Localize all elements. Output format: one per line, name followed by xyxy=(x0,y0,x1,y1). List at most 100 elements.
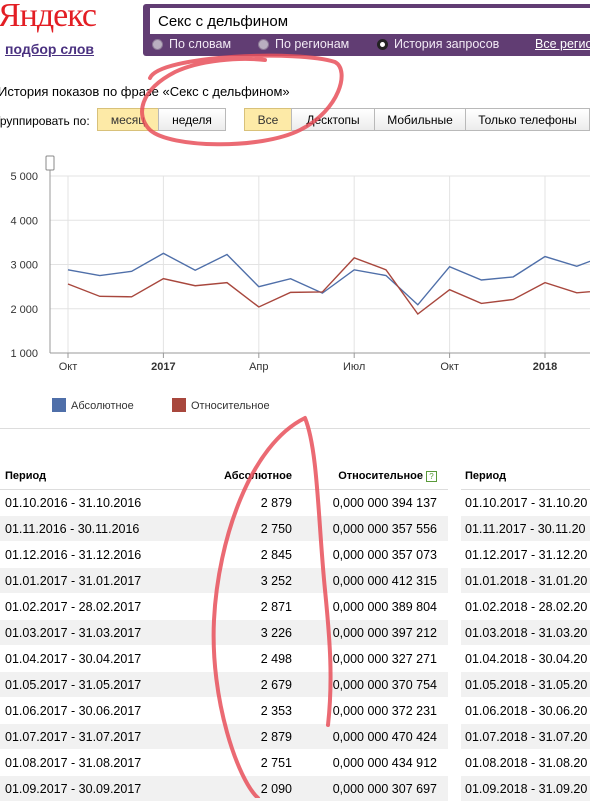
relative-cell: 0,000 000 327 271 xyxy=(332,651,437,666)
table-row: 01.11.2017 - 30.11.20 xyxy=(461,516,590,542)
period-cell: 01.09.2018 - 31.09.20 xyxy=(465,781,588,796)
period-cell: 01.05.2018 - 31.05.20 xyxy=(465,677,588,692)
relative-cell: 0,000 000 357 073 xyxy=(332,547,437,562)
relative-cell: 0,000 000 389 804 xyxy=(332,599,437,614)
table-row: 01.01.2018 - 31.01.20 xyxy=(461,568,590,594)
period-cell: 01.10.2016 - 31.10.2016 xyxy=(5,495,142,510)
radio-button-icon[interactable] xyxy=(258,38,269,50)
absolute-cell: 2 871 xyxy=(260,599,292,614)
legend-label: Относительное xyxy=(191,400,270,412)
group-by-label: Группировать по: xyxy=(0,114,90,128)
period-cell: 01.11.2017 - 30.11.20 xyxy=(465,521,586,536)
x-tick-label: Окт xyxy=(59,361,78,373)
absolute-cell: 2 750 xyxy=(260,521,292,536)
period-cell: 01.10.2017 - 31.10.20 xyxy=(465,495,588,510)
period-column-header[interactable]: Период xyxy=(0,470,200,482)
absolute-cell: 2 498 xyxy=(260,651,292,666)
table-row: 01.02.2017 - 28.02.2017 2 871 0,000 000 38… xyxy=(0,594,448,620)
legend-label: Абсолютное xyxy=(71,400,134,412)
absolute-cell: 2 353 xyxy=(260,703,292,718)
absolute-cell: 2 090 xyxy=(260,781,292,796)
period-cell: 01.02.2017 - 28.02.2017 xyxy=(5,599,142,614)
group-week-button[interactable]: неделя xyxy=(158,108,226,131)
period-cell: 01.07.2017 - 31.07.2017 xyxy=(5,729,142,744)
device-mobile-button[interactable]: Мобильные xyxy=(374,108,466,131)
wordstat-subtitle-link[interactable]: подбор слов xyxy=(5,41,94,57)
yandex-logo[interactable]: Яндекс xyxy=(0,0,97,36)
relative-cell: 0,000 000 307 697 xyxy=(332,781,437,796)
relative-column-header[interactable]: Относительное? xyxy=(292,470,437,482)
period-cell: 01.03.2018 - 31.03.20 xyxy=(465,625,588,640)
period-cell: 01.04.2017 - 30.04.2017 xyxy=(5,651,142,666)
y-tick-label: 2 000 xyxy=(10,304,38,316)
period-cell: 01.04.2018 - 30.04.20 xyxy=(465,651,588,666)
table-row: 01.12.2017 - 31.12.20 xyxy=(461,542,590,568)
range-slider-handle xyxy=(45,155,55,171)
chart-svg: 1 000 2 000 3 000 4 000 5 000 Окт 2017 Апр Июл Ок… xyxy=(10,155,590,412)
relative-cell: 0,000 000 370 754 xyxy=(332,677,437,692)
help-icon[interactable]: ? xyxy=(426,470,437,482)
period-cell: 01.07.2018 - 31.07.20 xyxy=(465,729,588,744)
absolute-cell: 2 879 xyxy=(260,729,292,744)
table-row: 01.10.2016 - 31.10.2016 2 879 0,000 000 39… xyxy=(0,490,448,516)
radio-button-selected-icon[interactable] xyxy=(377,38,388,50)
y-tick-label: 3 000 xyxy=(10,260,38,272)
period-cell: 01.05.2017 - 31.05.2017 xyxy=(5,677,142,692)
relative-cell: 0,000 000 372 231 xyxy=(332,703,437,718)
relative-cell: 0,000 000 397 212 xyxy=(332,625,437,640)
radio-history[interactable]: История запросов xyxy=(377,37,499,51)
table-row: 01.07.2017 - 31.07.2017 2 879 0,000 000 47… xyxy=(0,724,448,750)
table-row: 01.09.2018 - 31.09.20 xyxy=(461,776,590,802)
period-cell: 01.12.2016 - 31.12.2016 xyxy=(5,547,142,562)
absolute-column-header[interactable]: Абсолютное xyxy=(200,470,292,482)
period-cell: 01.06.2018 - 30.06.20 xyxy=(465,703,588,718)
period-cell: 01.06.2017 - 30.06.2017 xyxy=(5,703,142,718)
period-cell: 01.01.2018 - 31.01.20 xyxy=(465,573,588,588)
y-tick-label: 1 000 xyxy=(10,348,38,360)
radio-by-words[interactable]: По словам xyxy=(152,37,231,51)
absolute-cell: 3 252 xyxy=(260,573,292,588)
radio-label: По словам xyxy=(169,37,232,51)
device-desktop-button[interactable]: Десктопы xyxy=(291,108,375,131)
stats-table-left: Период Абсолютное Относительное? 01.10.2… xyxy=(0,463,448,802)
absolute-cell: 2 845 xyxy=(260,547,292,562)
series-line-absolute xyxy=(67,252,590,306)
x-tick-label: Июл xyxy=(343,361,365,373)
absolute-cell: 2 879 xyxy=(260,495,292,510)
period-cell: 01.11.2016 - 30.11.2016 xyxy=(5,521,140,536)
all-regions-link[interactable]: Все регио xyxy=(535,37,590,51)
relative-cell: 0,000 000 357 556 xyxy=(332,521,437,536)
device-all-button[interactable]: Все xyxy=(244,108,292,131)
period-cell: 01.12.2017 - 31.12.20 xyxy=(465,547,588,562)
table-row: 01.07.2018 - 31.07.20 xyxy=(461,724,590,750)
table-row: 01.05.2017 - 31.05.2017 2 679 0,000 000 37… xyxy=(0,672,448,698)
table-row: 01.08.2018 - 31.08.20 xyxy=(461,750,590,776)
x-tick-label: Окт xyxy=(440,361,459,373)
group-month-button[interactable]: месяц xyxy=(97,108,159,131)
table-row: 01.11.2016 - 30.11.2016 2 750 0,000 000 35… xyxy=(0,516,448,542)
history-chart: 1 000 2 000 3 000 4 000 5 000 Окт 2017 Апр Июл Ок… xyxy=(0,141,590,428)
legend-swatch xyxy=(172,398,186,412)
table-row: 01.12.2016 - 31.12.2016 2 845 0,000 000 35… xyxy=(0,542,448,568)
table-row: 01.03.2018 - 31.03.20 xyxy=(461,620,590,646)
search-input[interactable] xyxy=(150,8,590,34)
device-phones-only-button[interactable]: Только телефоны xyxy=(465,108,590,131)
stats-table-right: Период 01.10.2017 - 31.10.20 01.11.2017 -… xyxy=(461,463,590,802)
relative-cell: 0,000 000 412 315 xyxy=(332,573,437,588)
y-tick-label: 5 000 xyxy=(10,171,38,183)
relative-cell: 0,000 000 470 424 xyxy=(332,729,437,744)
radio-button-icon[interactable] xyxy=(152,38,163,50)
legend-swatch xyxy=(52,398,66,412)
period-cell: 01.01.2017 - 31.01.2017 xyxy=(5,573,142,588)
period-cell: 01.08.2017 - 31.08.2017 xyxy=(5,755,142,770)
radio-label: По регионам xyxy=(275,37,350,51)
y-tick-label: 4 000 xyxy=(10,215,38,227)
table-row: 01.06.2018 - 30.06.20 xyxy=(461,698,590,724)
table-row: 01.10.2017 - 31.10.20 xyxy=(461,490,590,516)
absolute-cell: 2 751 xyxy=(260,755,292,770)
period-cell: 01.02.2018 - 28.02.20 xyxy=(465,599,588,614)
period-column-header[interactable]: Период xyxy=(461,470,590,482)
radio-by-regions[interactable]: По регионам xyxy=(258,37,349,51)
relative-cell: 0,000 000 394 137 xyxy=(332,495,437,510)
period-cell: 01.03.2017 - 31.03.2017 xyxy=(5,625,142,640)
